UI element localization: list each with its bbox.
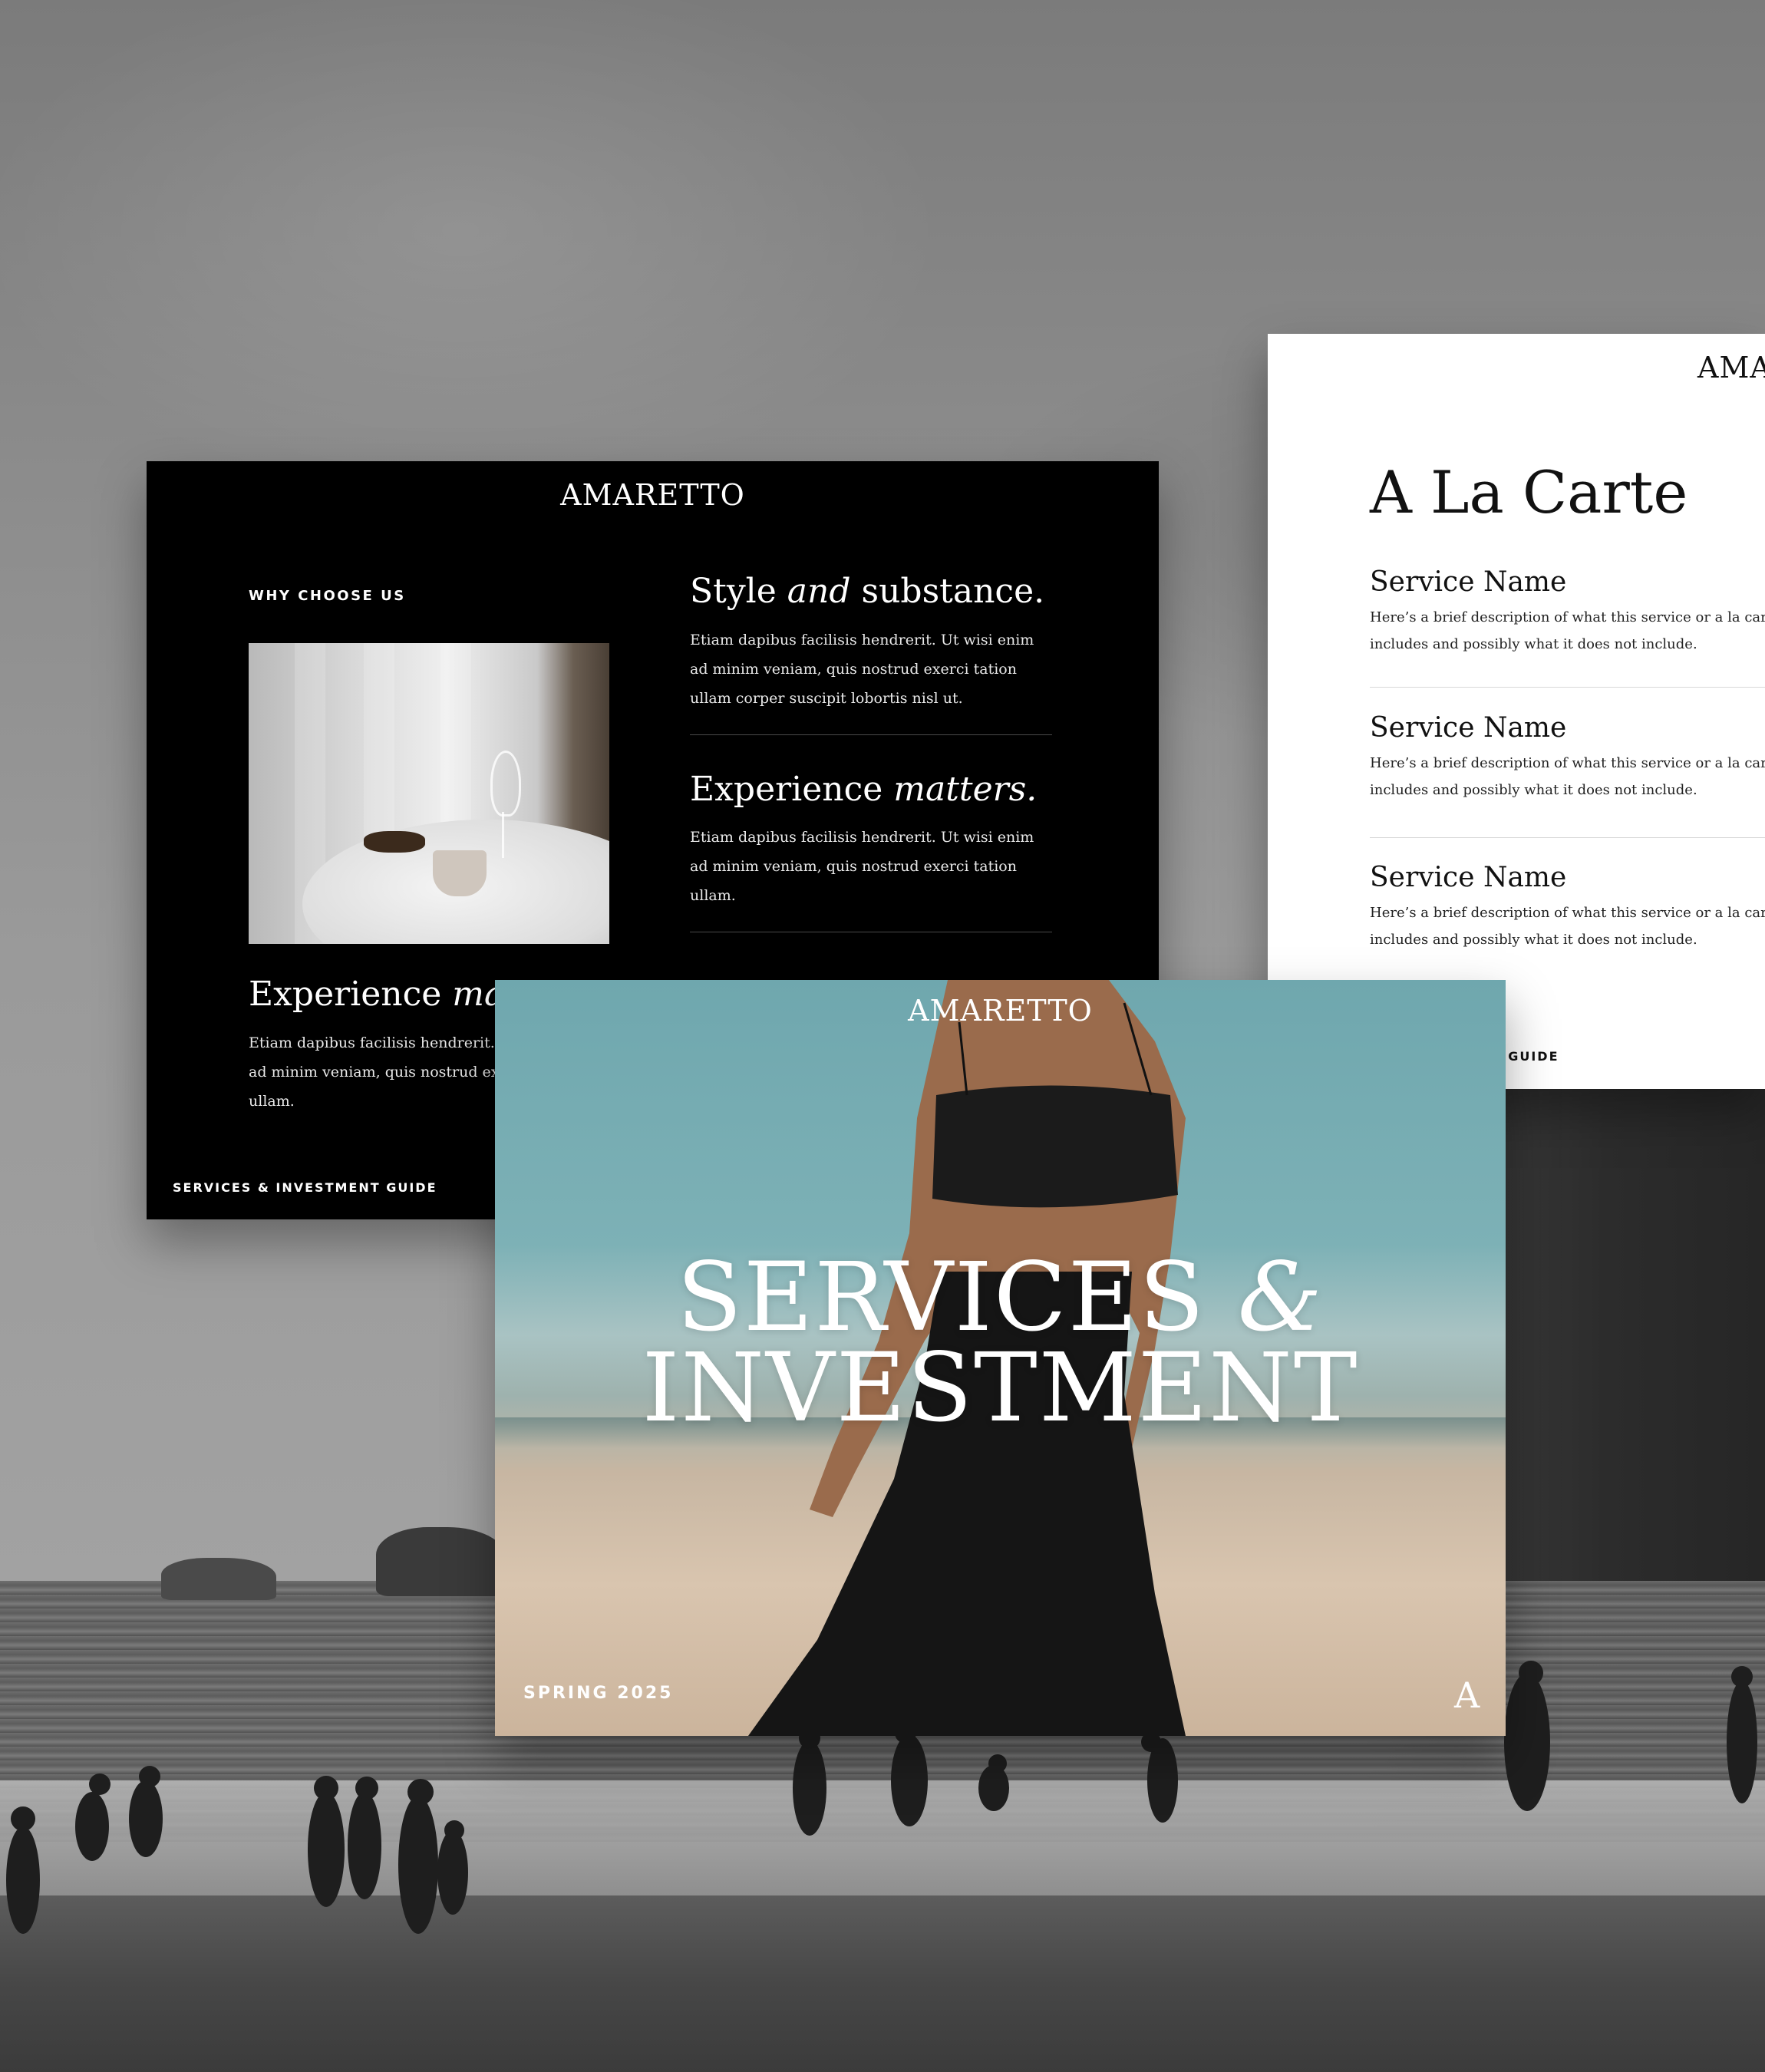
brand-logo: AMARETTO [1697,351,1765,384]
service-item: Service Name Here’s a brief description … [1370,712,1765,803]
season-label: SPRING 2025 [523,1684,674,1703]
service-name: Service Name [1370,712,1567,744]
divider [1370,837,1765,838]
feature-body: Etiam dapibus facilisis hendrerit. Ut wi… [690,829,1034,905]
brand-logo: AMARETTO [908,994,1093,1028]
brand-logo: AMARETTO [560,478,745,512]
brand-monogram: A [1454,1674,1480,1716]
page-footer: SERVICES & INVESTMENT GUIDE [173,1180,437,1195]
service-description: Here’s a brief description of what this … [1370,609,1765,652]
coffee-cup [433,850,487,896]
service-item: Service Name Here’s a brief description … [1370,862,1765,953]
section-kicker: WHY CHOOSE US [249,588,406,604]
service-description: Here’s a brief description of what this … [1370,905,1765,948]
cover-page: AMARETTO SERVICES & INVESTMENT SPRING 202… [495,980,1506,1736]
wine-glass [490,751,521,817]
page-title: A La Carte [1370,458,1688,526]
feature-heading: Style and substance. [690,572,1045,611]
divider [1370,687,1765,688]
interior-photo [249,643,609,944]
service-item: Service Name Here’s a brief description … [1370,566,1765,658]
cover-title: SERVICES & INVESTMENT [642,1242,1359,1443]
feature-body: Etiam dapibus facilisis hendrerit. Ut wi… [690,631,1034,707]
feature-column: Style and substance. Etiam dapibus facil… [690,572,1052,972]
service-name: Service Name [1370,566,1567,598]
service-name: Service Name [1370,862,1567,893]
divider [690,734,1052,735]
service-description: Here’s a brief description of what this … [1370,755,1765,798]
sunglasses [364,831,425,853]
feature-heading: Experience matters. [690,769,1038,809]
a-la-carte-page: AMARETTO A La Carte Service Name Here’s … [1268,334,1765,1089]
